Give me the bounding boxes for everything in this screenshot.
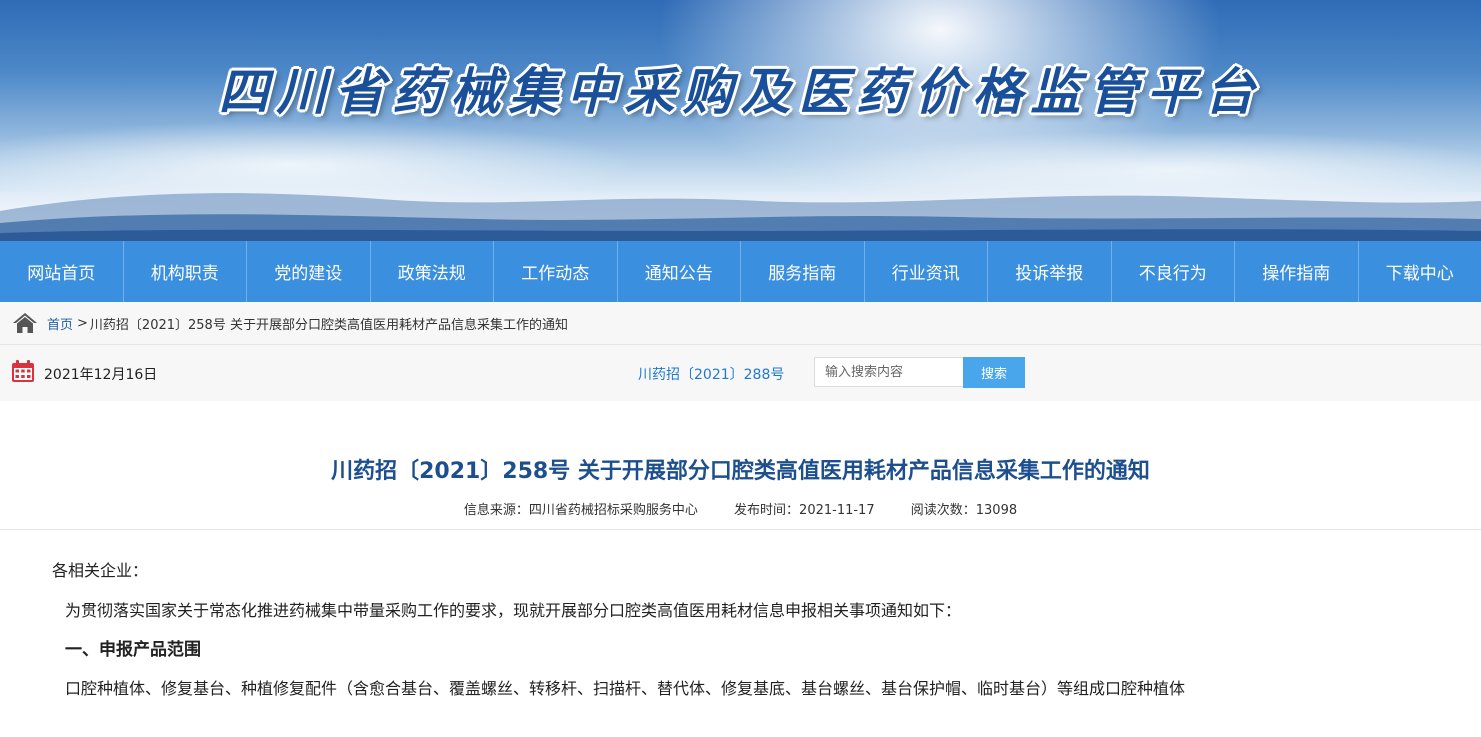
search-button[interactable]: 搜索	[963, 357, 1025, 388]
article-body: 各相关企业： 为贯彻落实国家关于常态化推进药械集中带量采购工作的要求，现就开展部…	[0, 530, 1481, 708]
home-icon	[13, 313, 37, 333]
nav-item-downloads[interactable]: 下载中心	[1359, 241, 1481, 302]
section-paragraph: 口腔种植体、修复基台、种植修复配件（含愈合基台、覆盖螺丝、转移杆、扫描杆、替代体…	[65, 679, 1186, 698]
article-publish-date: 发布时间：2021-11-17	[734, 503, 875, 518]
nav-item-operation-guide[interactable]: 操作指南	[1235, 241, 1359, 302]
article-title: 川药招〔2021〕258号 关于开展部分口腔类高值医用耗材产品信息采集工作的通知	[331, 459, 1150, 484]
info-search-bar: 2021年12月16日 川药招〔2021〕288号 搜索	[0, 345, 1481, 401]
nav-item-policies[interactable]: 政策法规	[371, 241, 494, 302]
nav-item-home[interactable]: 网站首页	[0, 241, 124, 302]
main-nav: 网站首页 机构职责 党的建设 政策法规 工作动态 通知公告 服务指南 行业资讯 …	[0, 241, 1481, 302]
article-header: 川药招〔2021〕258号 关于开展部分口腔类高值医用耗材产品信息采集工作的通知…	[0, 401, 1481, 530]
nav-item-party-building[interactable]: 党的建设	[247, 241, 371, 302]
nav-item-notices[interactable]: 通知公告	[618, 241, 741, 302]
search-input[interactable]	[814, 357, 964, 387]
calendar-icon	[12, 360, 34, 382]
nav-item-work-news[interactable]: 工作动态	[494, 241, 618, 302]
article-meta: 信息来源：四川省药械招标采购服务中心 发布时间：2021-11-17 阅读次数：…	[0, 499, 1481, 518]
article-intro: 为贯彻落实国家关于常态化推进药械集中带量采购工作的要求，现就开展部分口腔类高值医…	[65, 601, 962, 620]
document-number-link[interactable]: 川药招〔2021〕288号	[638, 364, 784, 384]
banner-mountains	[0, 193, 1481, 241]
article-greeting: 各相关企业：	[52, 561, 149, 580]
current-date: 2021年12月16日	[44, 367, 158, 383]
breadcrumb: 首页 > 川药招〔2021〕258号 关于开展部分口腔类高值医用耗材产品信息采集…	[0, 302, 1481, 345]
nav-item-industry-news[interactable]: 行业资讯	[865, 241, 988, 302]
nav-item-org-duties[interactable]: 机构职责	[124, 241, 247, 302]
site-banner: 四川省药械集中采购及医药价格监管平台	[0, 0, 1481, 241]
article-view-count: 阅读次数：13098	[910, 503, 1018, 518]
nav-item-complaints[interactable]: 投诉举报	[988, 241, 1112, 302]
nav-item-misconduct[interactable]: 不良行为	[1112, 241, 1235, 302]
section-heading: 一、申报产品范围	[65, 640, 201, 660]
breadcrumb-home-link[interactable]: 首页	[47, 314, 73, 333]
breadcrumb-current: 川药招〔2021〕258号 关于开展部分口腔类高值医用耗材产品信息采集工作的通知	[89, 317, 568, 333]
article-source: 信息来源：四川省药械招标采购服务中心	[463, 503, 698, 518]
nav-item-service-guide[interactable]: 服务指南	[741, 241, 865, 302]
breadcrumb-separator: >	[77, 315, 88, 331]
site-title: 四川省药械集中采购及医药价格监管平台	[218, 62, 1263, 121]
